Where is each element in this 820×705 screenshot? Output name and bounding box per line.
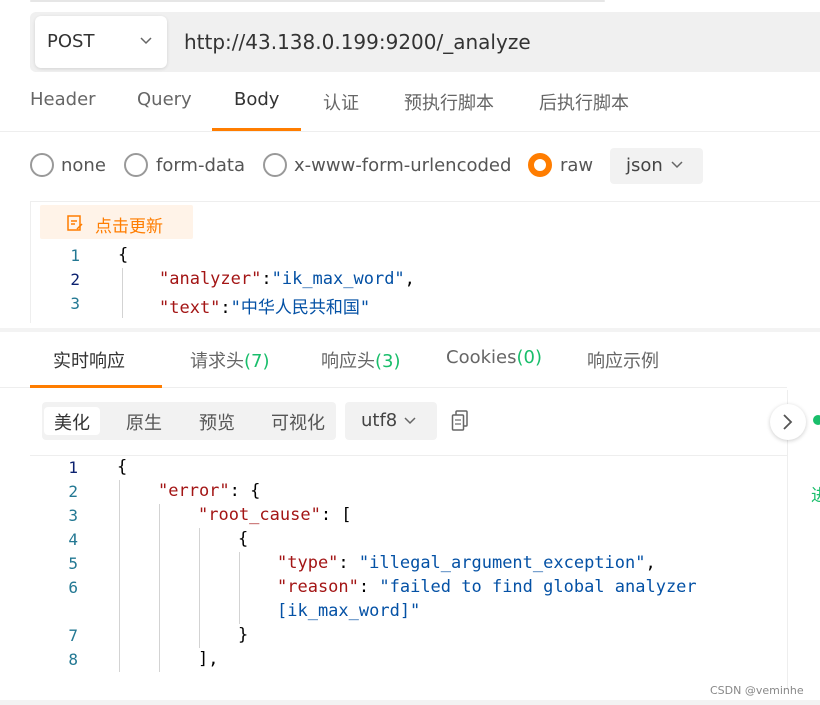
code-line: "analyzer":"ik_max_word", bbox=[159, 269, 415, 289]
encoding-select[interactable]: utf8 bbox=[345, 402, 437, 440]
line-number: 2 bbox=[68, 482, 78, 501]
expand-panel-button[interactable] bbox=[770, 404, 806, 440]
bottom-divider bbox=[0, 700, 820, 705]
indent-guide bbox=[122, 268, 123, 318]
line-number: 3 bbox=[70, 294, 80, 313]
update-button[interactable]: 点击更新 bbox=[40, 205, 193, 239]
raw-format-label: json bbox=[626, 155, 663, 176]
line-number: 6 bbox=[68, 578, 78, 597]
radio-raw-label: raw bbox=[560, 155, 594, 176]
watermark: CSDN @veminhe bbox=[710, 684, 804, 697]
code-line: ], bbox=[198, 649, 219, 669]
radio-none-label: none bbox=[61, 155, 106, 176]
copy-icon[interactable] bbox=[451, 410, 469, 432]
tab-post-script[interactable]: 后执行脚本 bbox=[539, 89, 629, 115]
code-line: [ik_max_word]" bbox=[277, 601, 421, 621]
status-dot bbox=[813, 415, 820, 425]
active-tab-indicator bbox=[30, 385, 162, 388]
tab-query[interactable]: Query bbox=[137, 89, 192, 110]
view-visualize[interactable]: 可视化 bbox=[261, 407, 335, 435]
side-panel-text: 进 bbox=[811, 486, 820, 506]
tab-response-examples[interactable]: 响应示例 bbox=[587, 347, 659, 373]
indent-guide bbox=[159, 504, 160, 672]
active-tab-indicator bbox=[212, 128, 301, 131]
body-type-group: none form-data x-www-form-urlencoded raw… bbox=[0, 140, 820, 194]
request-tabs: Header Query Body 认证 预执行脚本 后执行脚本 bbox=[0, 72, 820, 132]
indent-guide bbox=[119, 480, 120, 672]
indent-guide bbox=[239, 552, 240, 624]
line-number: 1 bbox=[68, 458, 78, 477]
line-number: 1 bbox=[70, 246, 80, 265]
top-scroll-remnant bbox=[30, 0, 605, 2]
tab-body[interactable]: Body bbox=[234, 89, 279, 110]
code-line: "reason": "failed to find global analyze… bbox=[277, 577, 697, 597]
tab-live-response[interactable]: 实时响应 bbox=[53, 347, 125, 373]
update-button-label: 点击更新 bbox=[95, 217, 163, 237]
chevron-right-icon bbox=[783, 414, 793, 430]
tab-cookies[interactable]: Cookies(0) bbox=[446, 347, 542, 368]
line-number: 4 bbox=[68, 530, 78, 549]
radio-form-data[interactable] bbox=[124, 153, 148, 177]
chevron-down-icon bbox=[671, 161, 683, 169]
line-number: 2 bbox=[70, 270, 80, 289]
radio-raw[interactable] bbox=[528, 153, 552, 177]
radio-urlencoded[interactable] bbox=[263, 153, 287, 177]
tab-pre-script[interactable]: 预执行脚本 bbox=[404, 89, 494, 115]
code-line: { bbox=[117, 457, 128, 477]
method-label: POST bbox=[47, 31, 95, 52]
tab-response-headers[interactable]: 响应头(3) bbox=[321, 347, 401, 373]
radio-urlencoded-label: x-www-form-urlencoded bbox=[294, 155, 512, 176]
indent-guide bbox=[199, 528, 200, 648]
code-line: { bbox=[238, 529, 249, 549]
line-number: 5 bbox=[68, 554, 78, 573]
chevron-down-icon bbox=[140, 37, 152, 45]
code-line: { bbox=[118, 245, 129, 265]
code-line: "error": { bbox=[158, 481, 261, 501]
radio-form-data-label: form-data bbox=[156, 155, 246, 176]
code-line: } bbox=[238, 625, 249, 645]
document-edit-icon bbox=[67, 215, 83, 231]
line-number: 3 bbox=[68, 506, 78, 525]
view-preview[interactable]: 预览 bbox=[189, 407, 245, 435]
line-number: 7 bbox=[68, 626, 78, 645]
view-mode-group: 美化 原生 预览 可视化 bbox=[42, 402, 336, 440]
radio-none[interactable] bbox=[30, 153, 54, 177]
raw-format-select[interactable]: json bbox=[610, 148, 703, 184]
view-pretty[interactable]: 美化 bbox=[44, 407, 100, 435]
tab-request-headers[interactable]: 请求头(7) bbox=[190, 347, 270, 373]
encoding-label: utf8 bbox=[361, 410, 398, 431]
view-raw[interactable]: 原生 bbox=[116, 407, 172, 435]
tab-header[interactable]: Header bbox=[30, 89, 96, 110]
code-line: "text":"中华人民共和国" bbox=[159, 298, 371, 318]
method-select[interactable]: POST bbox=[35, 16, 167, 68]
code-line: "root_cause": [ bbox=[198, 505, 352, 525]
chevron-down-icon bbox=[404, 417, 416, 425]
line-number: 8 bbox=[68, 650, 78, 669]
code-line: "type": "illegal_argument_exception", bbox=[277, 553, 656, 573]
url-input[interactable]: http://43.138.0.199:9200/_analyze bbox=[184, 30, 531, 54]
response-tabs: 实时响应 请求头(7) 响应头(3) Cookies(0) 响应示例 bbox=[0, 332, 787, 388]
tab-auth[interactable]: 认证 bbox=[323, 89, 359, 115]
